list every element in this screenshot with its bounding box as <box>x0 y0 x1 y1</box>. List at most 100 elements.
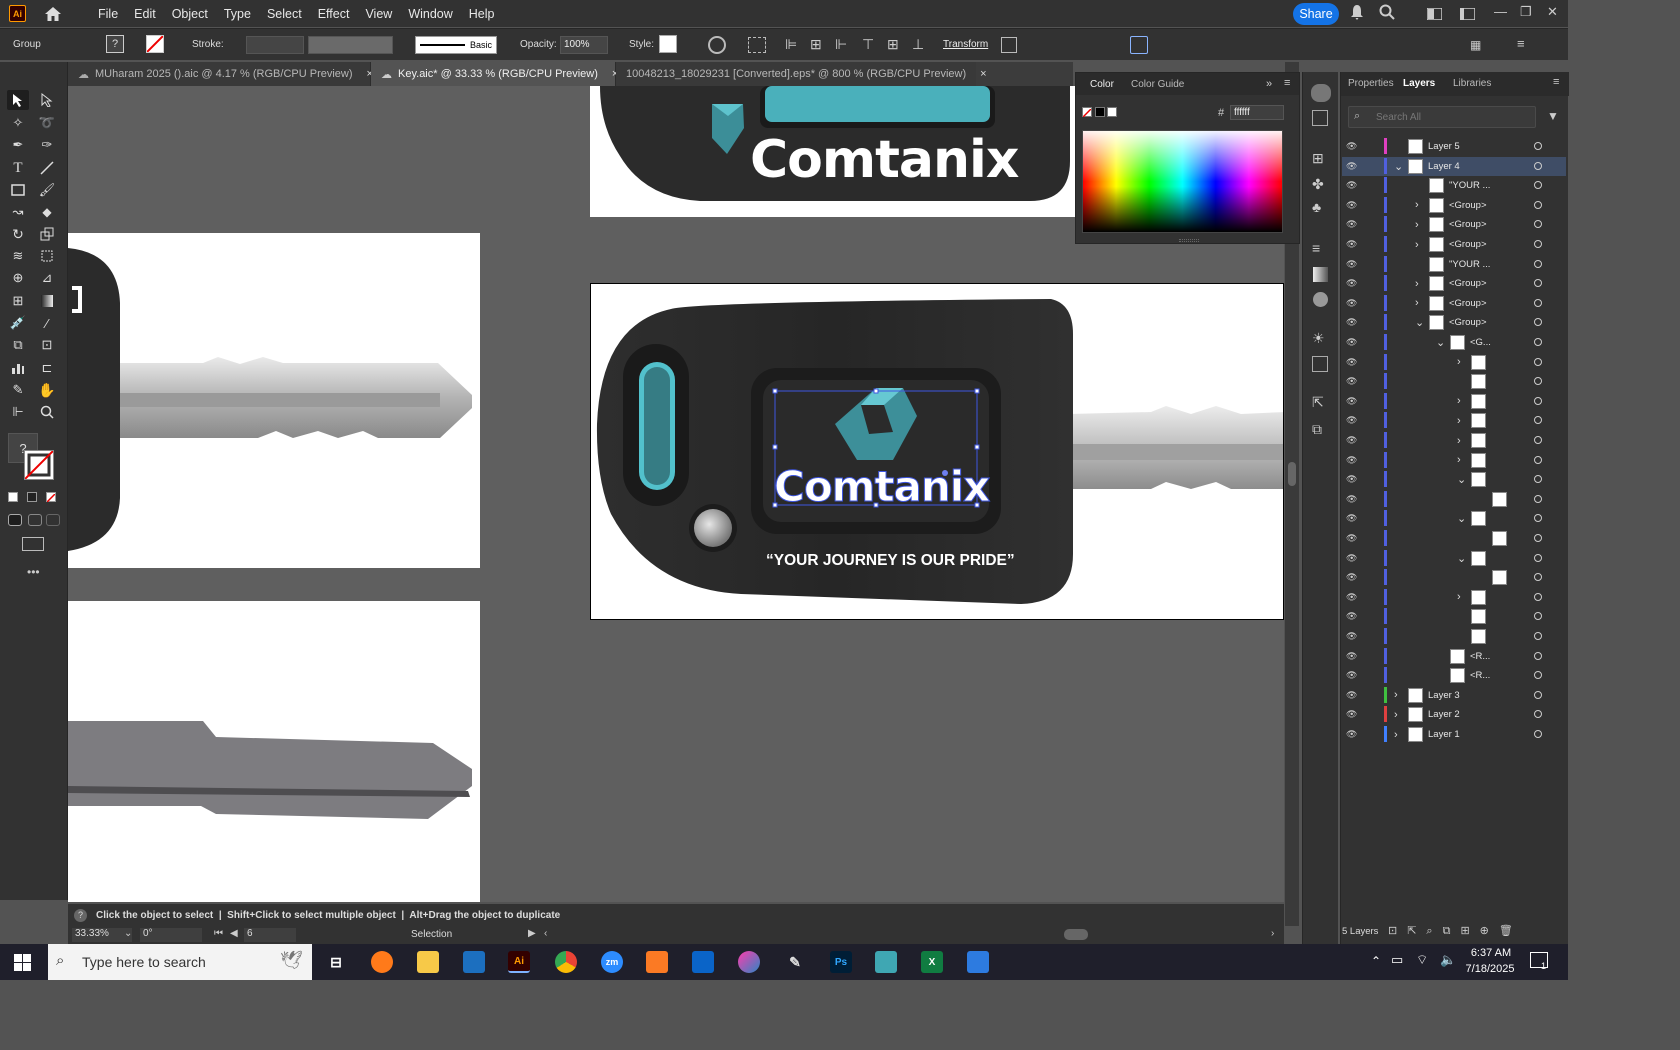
draw-inside-icon[interactable] <box>46 514 60 526</box>
layer-row[interactable]: 👁 "YOUR ... <box>1342 176 1566 195</box>
layer-row[interactable]: 👁 › <Group> <box>1342 294 1566 313</box>
gradient-mode-icon[interactable] <box>27 492 37 502</box>
vertical-scroll-thumb[interactable] <box>1288 462 1296 486</box>
expand-toggle-icon[interactable]: › <box>1394 729 1398 741</box>
brushes-icon[interactable]: ✤ <box>1312 176 1324 193</box>
layer-name[interactable]: Layer 5 <box>1428 141 1460 152</box>
stroke-panel-icon[interactable]: ≡ <box>1312 240 1320 256</box>
target-circle-icon[interactable] <box>1534 553 1542 562</box>
tray-chevron-icon[interactable]: ⌃ <box>1371 954 1381 968</box>
target-circle-icon[interactable] <box>1534 161 1542 170</box>
layer-name[interactable]: Layer 2 <box>1428 709 1460 720</box>
layers-footer-icons[interactable]: ⊡⇱⌕⧉⊞⊕🗑 <box>1388 924 1523 938</box>
creative-cloud-icon[interactable] <box>738 951 760 973</box>
expand-toggle-icon[interactable]: › <box>1415 219 1419 231</box>
stroke-swatch[interactable] <box>146 35 164 53</box>
layer-name[interactable]: Layer 1 <box>1428 729 1460 740</box>
color-panel-icon[interactable] <box>1311 84 1331 102</box>
prev-artboard-icon[interactable]: ◀ <box>230 928 238 939</box>
visibility-eye-icon[interactable]: 👁 <box>1346 651 1357 662</box>
layer-row[interactable]: 👁 ⌄ <Group> <box>1342 313 1566 332</box>
menu-select[interactable]: Select <box>259 7 310 21</box>
layer-row[interactable]: 👁 ⌄ Layer 4 <box>1342 156 1566 176</box>
layer-row[interactable]: 👁 <box>1342 568 1566 587</box>
visibility-eye-icon[interactable]: 👁 <box>1346 670 1357 681</box>
free-transform-icon[interactable] <box>36 246 58 266</box>
curvature-tool-icon[interactable]: ✑ <box>36 135 58 155</box>
taskbar-search-box[interactable]: ⌕ Type here to search 🕊 <box>48 944 312 980</box>
variable-width-dropdown[interactable] <box>308 36 393 54</box>
layers-search-input[interactable]: ⌕ Search All <box>1348 106 1536 128</box>
share-button[interactable]: Share <box>1293 3 1339 25</box>
visibility-eye-icon[interactable]: 👁 <box>1346 513 1357 524</box>
target-circle-icon[interactable] <box>1534 377 1542 386</box>
expand-toggle-icon[interactable]: › <box>1415 199 1419 211</box>
menu-edit[interactable]: Edit <box>126 7 164 21</box>
visibility-eye-icon[interactable]: 👁 <box>1346 729 1357 740</box>
visibility-eye-icon[interactable]: 👁 <box>1346 494 1357 505</box>
style-swatch[interactable] <box>659 35 677 53</box>
arrange-icon[interactable] <box>1459 7 1476 23</box>
visibility-eye-icon[interactable]: 👁 <box>1346 592 1357 603</box>
transparency-icon[interactable] <box>1313 292 1328 307</box>
target-circle-icon[interactable] <box>1534 455 1542 464</box>
selection-tool-icon[interactable] <box>7 90 29 110</box>
target-circle-icon[interactable] <box>1534 142 1542 150</box>
lasso-icon[interactable]: ➰ <box>36 113 58 133</box>
tab-close-icon[interactable]: × <box>980 68 986 80</box>
target-circle-icon[interactable] <box>1534 240 1542 248</box>
search-icon[interactable] <box>1379 4 1395 23</box>
target-circle-icon[interactable] <box>1534 200 1542 209</box>
artboard-left-1[interactable] <box>68 233 480 568</box>
visibility-eye-icon[interactable]: 👁 <box>1346 572 1357 583</box>
fill-swatch[interactable]: ? <box>106 35 124 53</box>
clock-time[interactable]: 6:37 AM <box>1465 947 1517 959</box>
target-circle-icon[interactable] <box>1534 710 1542 719</box>
export-icon[interactable]: ⇱ <box>1312 394 1324 411</box>
expand-toggle-icon[interactable]: › <box>1415 278 1419 290</box>
layer-name[interactable]: <Group> <box>1449 219 1487 230</box>
magic-wand-icon[interactable]: ✧ <box>7 113 29 133</box>
expand-toggle-icon[interactable]: › <box>1415 297 1419 309</box>
bell-icon[interactable] <box>1350 4 1364 23</box>
expand-toggle-icon[interactable]: › <box>1457 356 1461 368</box>
target-circle-icon[interactable] <box>1534 690 1542 699</box>
tab-converted-eps[interactable]: 10048213_18029231 [Converted].eps* @ 800… <box>616 62 987 86</box>
opacity-field[interactable]: 100% <box>560 36 608 54</box>
target-circle-icon[interactable] <box>1534 651 1542 660</box>
visibility-eye-icon[interactable]: 👁 <box>1346 690 1357 701</box>
layer-name[interactable]: <R... <box>1470 651 1490 662</box>
xampp-icon[interactable] <box>646 951 668 973</box>
menu-window[interactable]: Window <box>400 7 460 21</box>
target-circle-icon[interactable] <box>1534 632 1542 640</box>
stroke-color-box[interactable] <box>24 450 54 480</box>
visibility-eye-icon[interactable]: 👁 <box>1346 709 1357 720</box>
color-guide-icon[interactable] <box>1312 110 1328 126</box>
width-tool-icon[interactable]: ≋ <box>7 246 29 266</box>
layer-row[interactable]: 👁 › <Group> <box>1342 196 1566 215</box>
expand-toggle-icon[interactable]: › <box>1457 454 1461 466</box>
tab-color[interactable]: Color <box>1090 79 1114 90</box>
layer-row[interactable]: 👁 › Layer 2 <box>1342 705 1566 724</box>
visibility-eye-icon[interactable]: 👁 <box>1346 415 1357 426</box>
layer-name[interactable]: <G... <box>1470 337 1491 348</box>
zoom-app-icon[interactable]: zm <box>601 951 623 973</box>
visibility-eye-icon[interactable]: 👁 <box>1346 376 1357 387</box>
visibility-eye-icon[interactable]: 👁 <box>1346 200 1357 211</box>
menu-type[interactable]: Type <box>216 7 259 21</box>
layer-name[interactable]: Layer 4 <box>1428 161 1460 172</box>
layer-row[interactable]: 👁 <R... <box>1342 647 1566 666</box>
brand-text-main[interactable]: Comtanix <box>773 462 990 512</box>
eyedropper2-icon[interactable]: ⁄ <box>36 313 58 333</box>
layer-row[interactable]: 👁 › <Group> <box>1342 215 1566 234</box>
panel-menu-icon[interactable]: ≡ <box>1284 77 1290 89</box>
visibility-eye-icon[interactable]: 👁 <box>1346 298 1357 309</box>
target-circle-icon[interactable] <box>1534 396 1542 405</box>
more-tools-icon[interactable]: ••• <box>27 565 40 579</box>
tab-libraries[interactable]: Libraries <box>1453 78 1491 89</box>
shaper-tool-icon[interactable]: ↝ <box>7 202 29 222</box>
align-left-icon[interactable]: ⊫ <box>785 36 797 53</box>
visibility-eye-icon[interactable]: 👁 <box>1346 396 1357 407</box>
layer-row[interactable]: 👁 ⌄ <box>1342 509 1566 528</box>
layer-row[interactable]: 👁 › <box>1342 353 1566 372</box>
